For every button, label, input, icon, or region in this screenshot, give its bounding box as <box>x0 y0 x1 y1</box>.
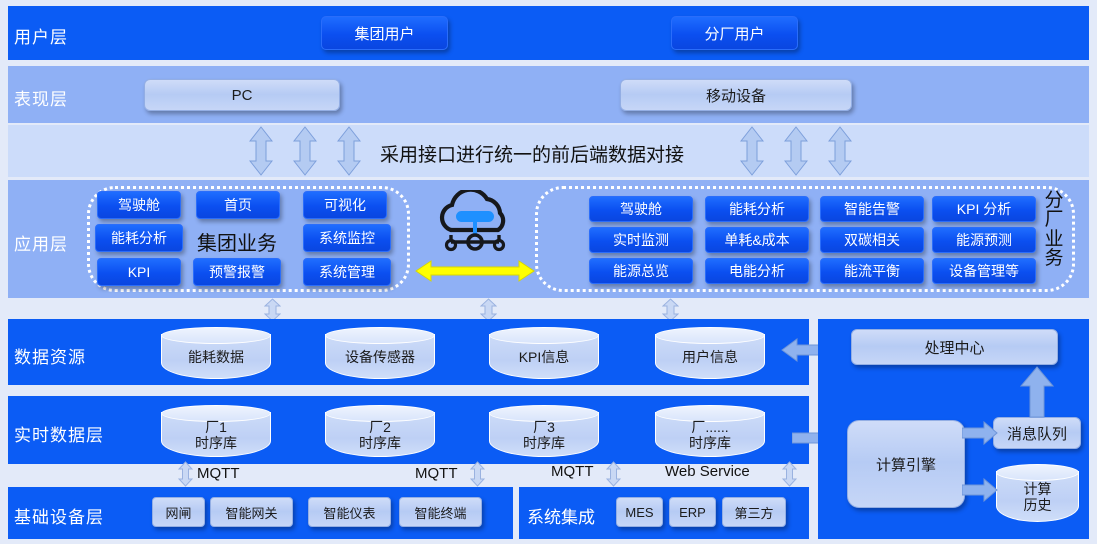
realtime-store-4: 厂...... 时序库 <box>655 405 765 457</box>
realtime-store-2-line1: 厂2 <box>369 418 391 435</box>
compute-history-line1: 计算 <box>1023 480 1052 497</box>
user-layer-band <box>8 6 1089 60</box>
compute-history-store: 计算 历史 <box>996 464 1079 522</box>
realtime-store-4-line1: 厂...... <box>691 418 729 435</box>
infra-device-smart-meter[interactable]: 智能仪表 <box>308 497 391 527</box>
infra-device-gateway-filter[interactable]: 网闸 <box>152 497 205 527</box>
app-left-item-visualization[interactable]: 可视化 <box>303 191 387 219</box>
app-left-item-system-manage[interactable]: 系统管理 <box>303 258 391 286</box>
interface-arrow-right-2 <box>784 126 808 176</box>
interface-arrow-right-1 <box>740 126 764 176</box>
app-left-item-system-monitor[interactable]: 系统监控 <box>303 224 391 252</box>
realtime-store-2: 厂2 时序库 <box>325 405 435 457</box>
app-exchange-arrow-icon <box>415 258 535 284</box>
app-group-left-title: 集团业务 <box>197 233 277 255</box>
infra-layer-label: 基础设备层 <box>14 508 104 527</box>
app-right-item-1-3[interactable]: 能源预测 <box>932 227 1036 253</box>
app-group-right-title-c3: 务 <box>1044 248 1064 270</box>
app-right-item-0-1[interactable]: 能耗分析 <box>705 196 809 222</box>
interface-band-text: 采用接口进行统一的前后端数据对接 <box>380 145 685 166</box>
infra-device-smart-terminal[interactable]: 智能终端 <box>399 497 482 527</box>
user-layer-label: 用户层 <box>14 28 68 47</box>
presentation-button-mobile[interactable]: 移动设备 <box>620 79 852 111</box>
app-right-item-2-3[interactable]: 设备管理等 <box>932 258 1036 284</box>
system-integration-title: 系统集成 <box>527 508 595 527</box>
app-group-right-title-c1: 厂 <box>1044 209 1064 231</box>
queue-to-center-arrow <box>1020 366 1054 418</box>
app-right-item-0-0[interactable]: 驾驶舱 <box>589 196 693 222</box>
realtime-store-3: 厂3 时序库 <box>489 405 599 457</box>
app-right-item-0-2[interactable]: 智能告警 <box>820 196 924 222</box>
protocol-arrow-2 <box>470 461 485 487</box>
interface-arrow-right-3 <box>828 126 852 176</box>
protocol-label-2: MQTT <box>415 465 458 482</box>
realtime-layer-label: 实时数据层 <box>14 426 104 445</box>
app-group-right-title: 分 厂 业 务 <box>1043 191 1065 269</box>
integration-system-mes[interactable]: MES <box>616 497 663 527</box>
application-layer-label: 应用层 <box>14 235 68 254</box>
app-group-right-title-c0: 分 <box>1044 190 1064 211</box>
app-right-item-2-1[interactable]: 电能分析 <box>705 258 809 284</box>
interface-arrow-left-2 <box>293 126 317 176</box>
data-store-sensor: 设备传感器 <box>325 327 435 379</box>
realtime-store-1-line1: 厂1 <box>205 418 227 435</box>
data-store-user-label: 用户信息 <box>682 348 738 365</box>
realtime-store-3-line2: 时序库 <box>523 434 565 451</box>
interface-arrow-left-3 <box>337 126 361 176</box>
protocol-label-3: MQTT <box>551 463 594 480</box>
user-button-group[interactable]: 集团用户 <box>321 16 448 50</box>
protocol-label-1: MQTT <box>197 465 240 482</box>
cloud-network-icon <box>429 187 521 261</box>
infra-device-smart-gateway[interactable]: 智能网关 <box>210 497 293 527</box>
app-right-item-1-2[interactable]: 双碳相关 <box>820 227 924 253</box>
realtime-store-1: 厂1 时序库 <box>161 405 271 457</box>
message-queue-box[interactable]: 消息队列 <box>993 417 1081 449</box>
realtime-store-4-line2: 时序库 <box>689 434 731 451</box>
app-right-item-0-3[interactable]: KPI 分析 <box>932 196 1036 222</box>
data-store-energy: 能耗数据 <box>161 327 271 379</box>
data-store-kpi-label: KPI信息 <box>518 348 570 365</box>
integration-system-thirdparty[interactable]: 第三方 <box>722 497 786 527</box>
app-left-item-home[interactable]: 首页 <box>196 191 280 219</box>
data-store-energy-label: 能耗数据 <box>188 348 244 365</box>
realtime-store-3-line1: 厂3 <box>533 418 555 435</box>
app-left-item-energy-analysis[interactable]: 能耗分析 <box>95 224 183 252</box>
app-left-item-cockpit[interactable]: 驾驶舱 <box>97 191 181 219</box>
engine-to-history-arrow <box>962 478 998 502</box>
app-left-item-kpi[interactable]: KPI <box>97 258 181 286</box>
app-right-item-1-1[interactable]: 单耗&成本 <box>705 227 809 253</box>
integration-system-erp[interactable]: ERP <box>669 497 716 527</box>
protocol-arrow-4 <box>782 461 797 487</box>
app-group-right-title-c2: 业 <box>1044 228 1064 250</box>
app-right-item-1-0[interactable]: 实时监测 <box>589 227 693 253</box>
data-store-sensor-label: 设备传感器 <box>345 348 415 365</box>
presentation-button-pc[interactable]: PC <box>144 79 340 111</box>
app-right-item-2-2[interactable]: 能流平衡 <box>820 258 924 284</box>
user-button-branch[interactable]: 分厂用户 <box>671 16 798 50</box>
presentation-layer-label: 表现层 <box>14 90 68 109</box>
data-store-user: 用户信息 <box>655 327 765 379</box>
data-resource-layer-label: 数据资源 <box>14 348 86 367</box>
app-right-item-2-0[interactable]: 能源总览 <box>589 258 693 284</box>
protocol-arrow-3 <box>606 461 621 487</box>
protocol-label-4: Web Service <box>665 463 750 480</box>
compute-history-line2: 历史 <box>1023 496 1052 513</box>
protocol-arrow-1 <box>178 461 193 487</box>
realtime-store-1-line2: 时序库 <box>195 434 237 451</box>
realtime-store-2-line2: 时序库 <box>359 434 401 451</box>
data-store-kpi: KPI信息 <box>489 327 599 379</box>
engine-to-queue-arrow <box>962 421 998 445</box>
architecture-diagram: 用户层 集团用户 分厂用户 表现层 PC 移动设备 采用接口进行统一的前后端数据… <box>0 0 1097 544</box>
app-left-item-alarm[interactable]: 预警报警 <box>193 258 281 286</box>
processing-center-box[interactable]: 处理中心 <box>851 329 1058 365</box>
interface-arrow-left-1 <box>249 126 273 176</box>
compute-engine-box[interactable]: 计算引擎 <box>847 420 965 508</box>
